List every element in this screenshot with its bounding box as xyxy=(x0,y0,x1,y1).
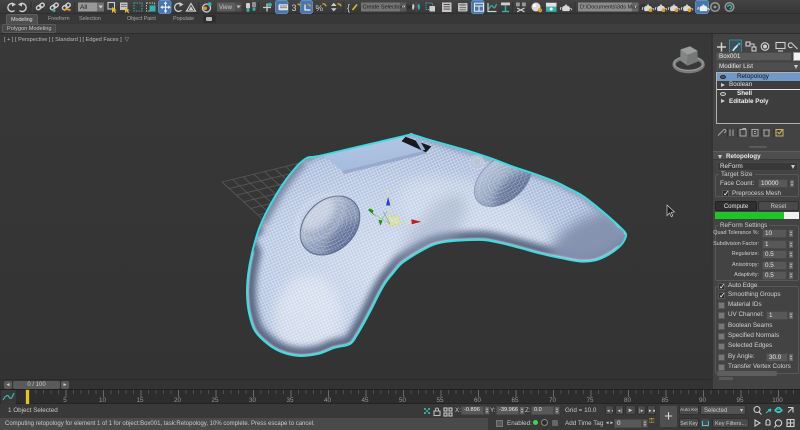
svg-text:View: View xyxy=(219,5,233,11)
svg-text:%: % xyxy=(316,3,324,13)
svg-text:Create Selection Se: Create Selection Se xyxy=(363,5,413,11)
svg-text:3: 3 xyxy=(292,3,297,13)
svg-text:{: { xyxy=(347,3,350,13)
svg-text:D:\Documents\3ds Max 2015: D:\Documents\3ds Max 2015 xyxy=(580,5,652,11)
svg-text:All: All xyxy=(80,4,88,11)
